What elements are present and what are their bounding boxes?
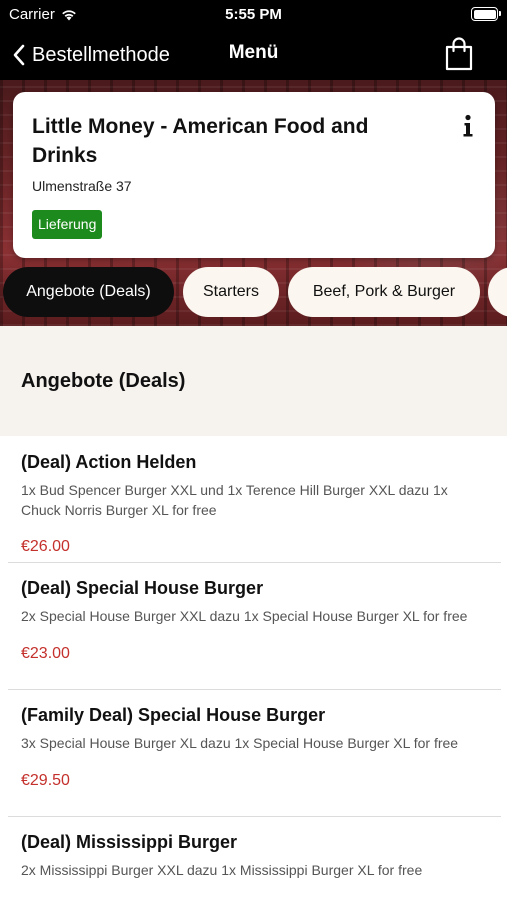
category-tab-next[interactable]	[488, 267, 507, 317]
menu-item-price: €26.00	[21, 538, 70, 555]
menu-item-description: 1x Bud Spencer Burger XXL und 1x Terence…	[21, 482, 448, 518]
navigation-bar: Bestellmethode Menü	[0, 30, 507, 80]
page-title: Menü	[228, 42, 279, 63]
category-tab-beef-pork-burger[interactable]: Beef, Pork & Burger	[288, 267, 480, 317]
restaurant-header: Little Money - American Food and Drinks …	[0, 80, 507, 326]
info-icon[interactable]	[461, 114, 475, 138]
chevron-left-icon	[13, 44, 25, 66]
back-button[interactable]: Bestellmethode	[12, 38, 170, 72]
menu-item-price: €29.50	[21, 772, 70, 789]
battery-icon	[471, 7, 501, 21]
restaurant-info-card: Little Money - American Food and Drinks …	[13, 92, 495, 258]
shopping-bag-icon[interactable]	[444, 36, 474, 72]
status-time: 5:55 PM	[225, 6, 282, 23]
back-button-label: Bestellmethode	[32, 43, 170, 66]
category-tab-starters[interactable]: Starters	[183, 267, 279, 317]
section-title: Angebote (Deals)	[21, 370, 186, 392]
category-tabs: Angebote (Deals) Starters Beef, Pork & B…	[0, 267, 507, 319]
menu-item[interactable]: (Family Deal) Special House Burger 3x Sp…	[0, 690, 507, 817]
restaurant-name: Little Money - American Food and Drinks	[32, 115, 369, 167]
menu-item[interactable]: (Deal) Special House Burger 2x Special H…	[0, 563, 507, 690]
menu-item-description: 2x Mississippi Burger XXL dazu 1x Missis…	[21, 862, 423, 878]
category-tab-deals[interactable]: Angebote (Deals)	[3, 267, 174, 317]
menu-item-name: (Deal) Action Helden	[21, 452, 197, 472]
menu-item-name: (Family Deal) Special House Burger	[21, 705, 326, 725]
status-bar: Carrier 5:55 PM	[0, 0, 507, 30]
menu-item[interactable]: (Deal) Action Helden 1x Bud Spencer Burg…	[0, 436, 507, 563]
menu-item-name: (Deal) Mississippi Burger	[21, 832, 238, 852]
section-header: Angebote (Deals)	[0, 326, 507, 436]
menu-item-description: 3x Special House Burger XL dazu 1x Speci…	[21, 735, 459, 751]
menu-item[interactable]: (Deal) Mississippi Burger 2x Mississippi…	[0, 817, 507, 900]
menu-item-price: €23.00	[21, 645, 70, 662]
restaurant-address: Ulmenstraße 37	[32, 178, 132, 194]
menu-item-name: (Deal) Special House Burger	[21, 578, 264, 598]
delivery-method-badge: Lieferung	[32, 210, 103, 239]
menu-item-description: 2x Special House Burger XXL dazu 1x Spec…	[21, 608, 468, 624]
